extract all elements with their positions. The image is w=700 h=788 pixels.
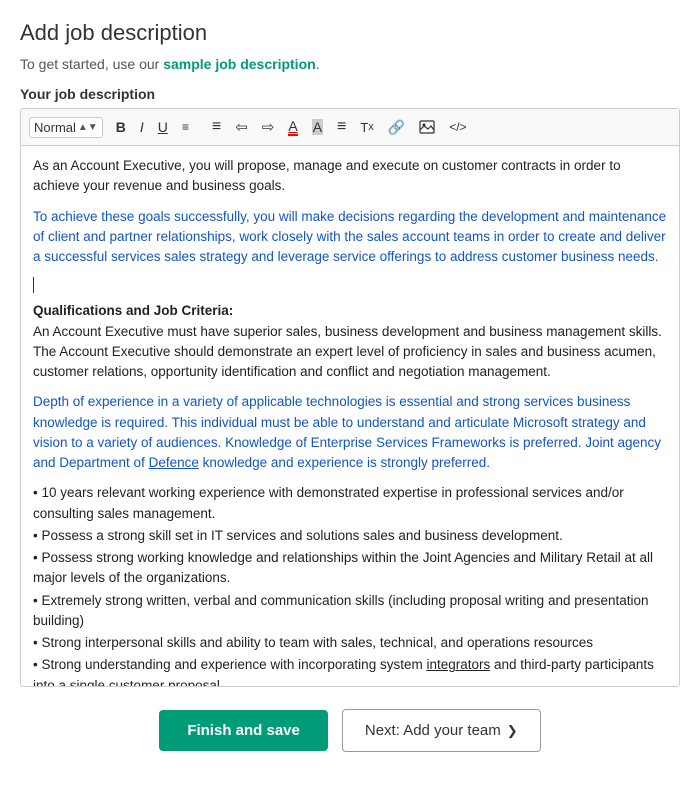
- indent-less-button[interactable]: ⇦: [230, 115, 253, 139]
- next-button-label: Next: Add your team: [365, 722, 501, 739]
- paragraph-3: Qualifications and Job Criteria: An Acco…: [33, 301, 667, 382]
- unordered-list-button[interactable]: ≡: [207, 115, 226, 139]
- subtitle-prefix: To get started, use our: [20, 56, 163, 72]
- indent-more-button[interactable]: ⇨: [257, 115, 280, 139]
- section-label: Your job description: [20, 86, 680, 102]
- editor-container: Normal ▲▼ B I U ≡ ≡ ⇦ ⇨ A A ≡ Tx 🔗 </> A…: [20, 108, 680, 687]
- list-item: 10 years relevant working experience wit…: [33, 483, 667, 524]
- list-item: Extremely strong written, verbal and com…: [33, 591, 667, 632]
- chevron-right-icon: ❯: [507, 723, 518, 739]
- align-button[interactable]: ≡: [332, 115, 351, 139]
- ordered-list-button[interactable]: ≡: [177, 117, 203, 137]
- list-item: Strong understanding and experience with…: [33, 655, 667, 686]
- style-select-arrow: ▲▼: [78, 122, 98, 133]
- list-item: Strong interpersonal skills and ability …: [33, 633, 667, 653]
- finish-save-button[interactable]: Finish and save: [159, 710, 328, 751]
- list-item: Possess a strong skill set in IT service…: [33, 526, 667, 546]
- style-select-label: Normal: [34, 120, 76, 135]
- clear-format-button[interactable]: Tx: [355, 117, 378, 138]
- bullet-list: 10 years relevant working experience wit…: [33, 483, 667, 686]
- font-color-button[interactable]: A: [283, 115, 302, 139]
- paragraph-2: To achieve these goals successfully, you…: [33, 207, 667, 268]
- code-button[interactable]: </>: [444, 117, 471, 137]
- page-title: Add job description: [20, 20, 680, 46]
- style-select[interactable]: Normal ▲▼: [29, 117, 103, 138]
- image-button[interactable]: [414, 117, 440, 137]
- sample-job-description-link[interactable]: sample job description: [163, 56, 315, 72]
- cursor: [33, 277, 667, 293]
- svg-text:≡: ≡: [182, 120, 189, 134]
- font-highlight-button[interactable]: A: [307, 116, 328, 138]
- bold-button[interactable]: B: [111, 116, 131, 138]
- paragraph-1: As an Account Executive, you will propos…: [33, 156, 667, 197]
- toolbar: Normal ▲▼ B I U ≡ ≡ ⇦ ⇨ A A ≡ Tx 🔗 </>: [21, 109, 679, 146]
- subtitle: To get started, use our sample job descr…: [20, 56, 680, 72]
- next-button[interactable]: Next: Add your team ❯: [342, 709, 541, 752]
- subtitle-suffix: .: [316, 56, 320, 72]
- paragraph-4: Depth of experience in a variety of appl…: [33, 392, 667, 473]
- list-item: Possess strong working knowledge and rel…: [33, 548, 667, 589]
- underline-button[interactable]: U: [153, 116, 173, 138]
- link-button[interactable]: 🔗: [383, 116, 410, 139]
- editor-body[interactable]: As an Account Executive, you will propos…: [21, 146, 679, 686]
- italic-button[interactable]: I: [135, 116, 149, 138]
- footer-buttons: Finish and save Next: Add your team ❯: [20, 709, 680, 752]
